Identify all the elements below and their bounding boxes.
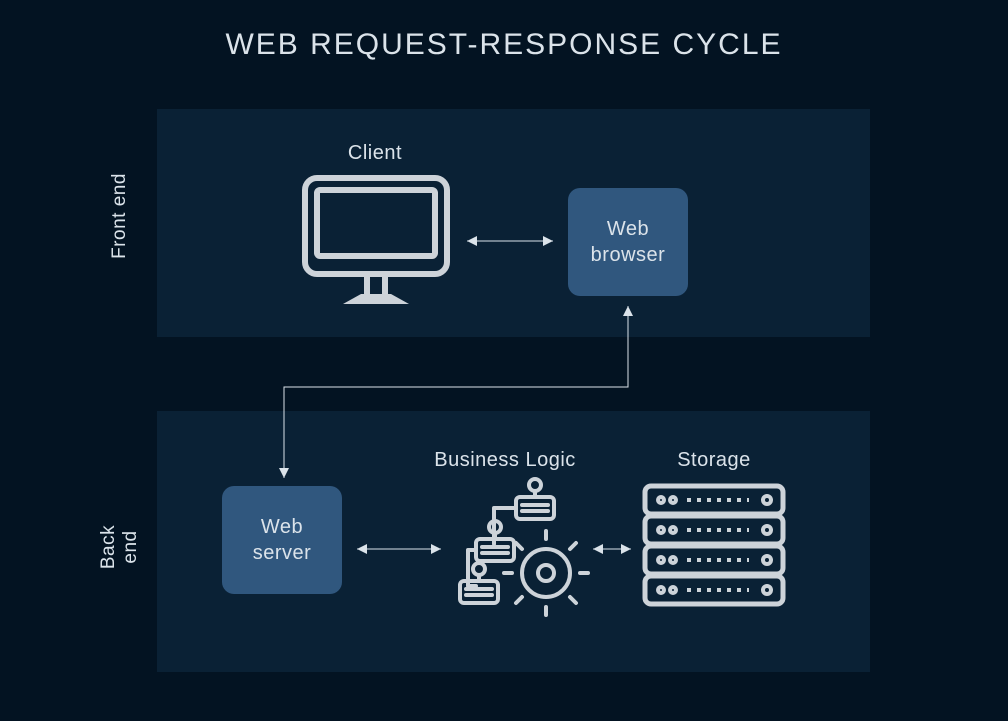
backend-label: Back end: [98, 507, 142, 587]
web-browser-node: Web browser: [568, 188, 688, 296]
storage-icon: [637, 476, 791, 616]
diagram-title: WEB REQUEST-RESPONSE CYCLE: [0, 28, 1008, 62]
web-server-label-2: server: [253, 540, 312, 566]
arrow-browser-server: [275, 296, 637, 492]
web-browser-label-2: browser: [591, 242, 666, 268]
storage-label: Storage: [674, 449, 754, 472]
arrow-client-browser: [459, 229, 561, 253]
arrow-logic-storage: [585, 537, 639, 561]
web-server-label-1: Web: [261, 514, 303, 540]
frontend-label: Front end: [109, 171, 131, 261]
client-label: Client: [330, 142, 420, 165]
monitor-icon: [299, 172, 453, 312]
business-logic-icon: [450, 477, 590, 617]
web-browser-label-1: Web: [607, 216, 649, 242]
web-server-node: Web server: [222, 486, 342, 594]
arrow-server-logic: [349, 537, 449, 561]
